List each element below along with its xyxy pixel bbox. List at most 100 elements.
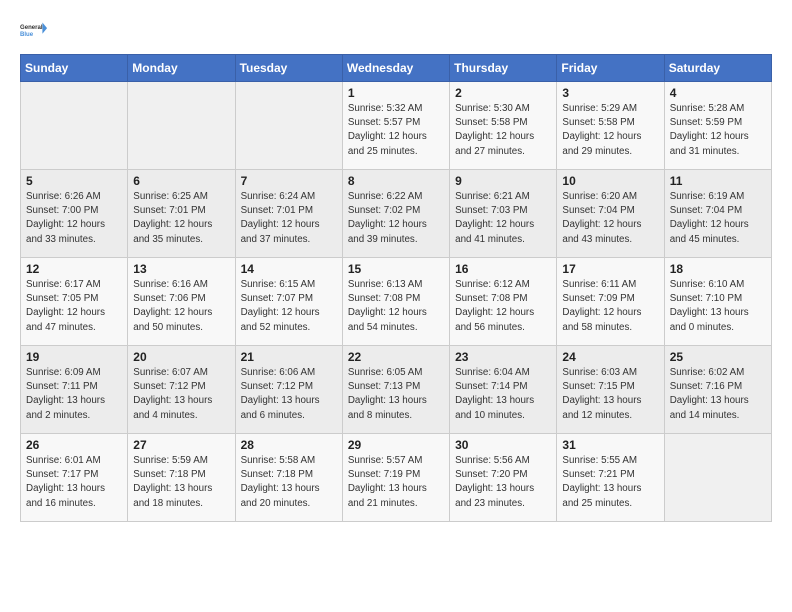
calendar-cell: 24 Sunrise: 6:03 AM Sunset: 7:15 PM Dayli… bbox=[557, 346, 664, 434]
day-info: Sunrise: 5:56 AM Sunset: 7:20 PM Dayligh… bbox=[455, 454, 551, 511]
day-info: Sunrise: 6:04 AM Sunset: 7:14 PM Dayligh… bbox=[455, 366, 551, 423]
calendar-cell: 22 Sunrise: 6:05 AM Sunset: 7:13 PM Dayli… bbox=[342, 346, 449, 434]
calendar-cell: 28 Sunrise: 5:58 AM Sunset: 7:18 PM Dayli… bbox=[235, 434, 342, 522]
calendar-cell: 14 Sunrise: 6:15 AM Sunset: 7:07 PM Dayli… bbox=[235, 258, 342, 346]
day-info: Sunrise: 6:02 AM Sunset: 7:16 PM Dayligh… bbox=[670, 366, 766, 423]
day-info: Sunrise: 6:05 AM Sunset: 7:13 PM Dayligh… bbox=[348, 366, 444, 423]
logo-icon: GeneralBlue bbox=[20, 16, 48, 44]
day-number: 20 bbox=[133, 350, 229, 364]
day-info: Sunrise: 5:58 AM Sunset: 7:18 PM Dayligh… bbox=[241, 454, 337, 511]
day-number: 21 bbox=[241, 350, 337, 364]
calendar-cell: 29 Sunrise: 5:57 AM Sunset: 7:19 PM Dayli… bbox=[342, 434, 449, 522]
svg-text:Blue: Blue bbox=[20, 32, 34, 38]
day-number: 29 bbox=[348, 438, 444, 452]
day-number: 23 bbox=[455, 350, 551, 364]
day-number: 11 bbox=[670, 174, 766, 188]
day-info: Sunrise: 6:06 AM Sunset: 7:12 PM Dayligh… bbox=[241, 366, 337, 423]
calendar-cell: 1Sunrise: 5:32 AM Sunset: 5:57 PM Daylig… bbox=[342, 82, 449, 170]
day-number: 7 bbox=[241, 174, 337, 188]
day-info: Sunrise: 6:25 AM Sunset: 7:01 PM Dayligh… bbox=[133, 190, 229, 247]
day-info: Sunrise: 6:15 AM Sunset: 7:07 PM Dayligh… bbox=[241, 278, 337, 335]
day-info: Sunrise: 6:12 AM Sunset: 7:08 PM Dayligh… bbox=[455, 278, 551, 335]
calendar-cell: 8Sunrise: 6:22 AM Sunset: 7:02 PM Daylig… bbox=[342, 170, 449, 258]
calendar-cell: 2 Sunrise: 5:30 AM Sunset: 5:58 PM Daylig… bbox=[450, 82, 557, 170]
day-info: Sunrise: 6:09 AM Sunset: 7:11 PM Dayligh… bbox=[26, 366, 122, 423]
day-info: Sunrise: 6:17 AM Sunset: 7:05 PM Dayligh… bbox=[26, 278, 122, 335]
day-info: Sunrise: 5:28 AM Sunset: 5:59 PM Dayligh… bbox=[670, 102, 766, 159]
calendar-cell bbox=[664, 434, 771, 522]
calendar-week-row: 5 Sunrise: 6:26 AM Sunset: 7:00 PM Daylig… bbox=[21, 170, 772, 258]
day-number: 9 bbox=[455, 174, 551, 188]
calendar-week-row: 26Sunrise: 6:01 AM Sunset: 7:17 PM Dayli… bbox=[21, 434, 772, 522]
calendar-cell: 5 Sunrise: 6:26 AM Sunset: 7:00 PM Daylig… bbox=[21, 170, 128, 258]
day-info: Sunrise: 5:57 AM Sunset: 7:19 PM Dayligh… bbox=[348, 454, 444, 511]
day-number: 24 bbox=[562, 350, 658, 364]
calendar-cell bbox=[21, 82, 128, 170]
day-info: Sunrise: 6:10 AM Sunset: 7:10 PM Dayligh… bbox=[670, 278, 766, 335]
day-number: 19 bbox=[26, 350, 122, 364]
calendar-cell bbox=[235, 82, 342, 170]
day-info: Sunrise: 6:20 AM Sunset: 7:04 PM Dayligh… bbox=[562, 190, 658, 247]
day-info: Sunrise: 6:26 AM Sunset: 7:00 PM Dayligh… bbox=[26, 190, 122, 247]
logo: GeneralBlue bbox=[20, 16, 48, 44]
day-info: Sunrise: 5:59 AM Sunset: 7:18 PM Dayligh… bbox=[133, 454, 229, 511]
weekday-header-friday: Friday bbox=[557, 55, 664, 82]
calendar-cell: 21 Sunrise: 6:06 AM Sunset: 7:12 PM Dayli… bbox=[235, 346, 342, 434]
day-number: 2 bbox=[455, 86, 551, 100]
day-info: Sunrise: 5:30 AM Sunset: 5:58 PM Dayligh… bbox=[455, 102, 551, 159]
day-info: Sunrise: 6:22 AM Sunset: 7:02 PM Dayligh… bbox=[348, 190, 444, 247]
day-number: 4 bbox=[670, 86, 766, 100]
day-number: 26 bbox=[26, 438, 122, 452]
calendar-cell bbox=[128, 82, 235, 170]
day-number: 13 bbox=[133, 262, 229, 276]
day-number: 25 bbox=[670, 350, 766, 364]
day-info: Sunrise: 6:03 AM Sunset: 7:15 PM Dayligh… bbox=[562, 366, 658, 423]
day-number: 28 bbox=[241, 438, 337, 452]
day-info: Sunrise: 5:32 AM Sunset: 5:57 PM Dayligh… bbox=[348, 102, 444, 159]
calendar-cell: 20Sunrise: 6:07 AM Sunset: 7:12 PM Dayli… bbox=[128, 346, 235, 434]
calendar-cell: 10 Sunrise: 6:20 AM Sunset: 7:04 PM Dayli… bbox=[557, 170, 664, 258]
day-number: 10 bbox=[562, 174, 658, 188]
weekday-header-sunday: Sunday bbox=[21, 55, 128, 82]
calendar-week-row: 1Sunrise: 5:32 AM Sunset: 5:57 PM Daylig… bbox=[21, 82, 772, 170]
calendar-cell: 19 Sunrise: 6:09 AM Sunset: 7:11 PM Dayli… bbox=[21, 346, 128, 434]
day-info: Sunrise: 6:21 AM Sunset: 7:03 PM Dayligh… bbox=[455, 190, 551, 247]
day-number: 6 bbox=[133, 174, 229, 188]
weekday-header-wednesday: Wednesday bbox=[342, 55, 449, 82]
calendar-cell: 25 Sunrise: 6:02 AM Sunset: 7:16 PM Dayli… bbox=[664, 346, 771, 434]
calendar-cell: 18 Sunrise: 6:10 AM Sunset: 7:10 PM Dayli… bbox=[664, 258, 771, 346]
weekday-header-tuesday: Tuesday bbox=[235, 55, 342, 82]
calendar-cell: 3Sunrise: 5:29 AM Sunset: 5:58 PM Daylig… bbox=[557, 82, 664, 170]
day-number: 14 bbox=[241, 262, 337, 276]
calendar-cell: 31 Sunrise: 5:55 AM Sunset: 7:21 PM Dayli… bbox=[557, 434, 664, 522]
day-number: 18 bbox=[670, 262, 766, 276]
calendar-header-row: SundayMondayTuesdayWednesdayThursdayFrid… bbox=[21, 55, 772, 82]
calendar-cell: 9 Sunrise: 6:21 AM Sunset: 7:03 PM Daylig… bbox=[450, 170, 557, 258]
day-info: Sunrise: 6:19 AM Sunset: 7:04 PM Dayligh… bbox=[670, 190, 766, 247]
calendar-cell: 6 Sunrise: 6:25 AM Sunset: 7:01 PM Daylig… bbox=[128, 170, 235, 258]
calendar-cell: 4 Sunrise: 5:28 AM Sunset: 5:59 PM Daylig… bbox=[664, 82, 771, 170]
calendar-cell: 12 Sunrise: 6:17 AM Sunset: 7:05 PM Dayli… bbox=[21, 258, 128, 346]
day-info: Sunrise: 6:16 AM Sunset: 7:06 PM Dayligh… bbox=[133, 278, 229, 335]
day-number: 31 bbox=[562, 438, 658, 452]
day-info: Sunrise: 6:11 AM Sunset: 7:09 PM Dayligh… bbox=[562, 278, 658, 335]
calendar-cell: 23 Sunrise: 6:04 AM Sunset: 7:14 PM Dayli… bbox=[450, 346, 557, 434]
calendar-table: SundayMondayTuesdayWednesdayThursdayFrid… bbox=[20, 54, 772, 522]
weekday-header-monday: Monday bbox=[128, 55, 235, 82]
calendar-cell: 15 Sunrise: 6:13 AM Sunset: 7:08 PM Dayli… bbox=[342, 258, 449, 346]
svg-text:General: General bbox=[20, 25, 43, 31]
calendar-week-row: 12 Sunrise: 6:17 AM Sunset: 7:05 PM Dayli… bbox=[21, 258, 772, 346]
calendar-cell: 16 Sunrise: 6:12 AM Sunset: 7:08 PM Dayli… bbox=[450, 258, 557, 346]
calendar-cell: 7Sunrise: 6:24 AM Sunset: 7:01 PM Daylig… bbox=[235, 170, 342, 258]
day-info: Sunrise: 5:55 AM Sunset: 7:21 PM Dayligh… bbox=[562, 454, 658, 511]
day-number: 27 bbox=[133, 438, 229, 452]
day-info: Sunrise: 6:13 AM Sunset: 7:08 PM Dayligh… bbox=[348, 278, 444, 335]
weekday-header-saturday: Saturday bbox=[664, 55, 771, 82]
day-number: 15 bbox=[348, 262, 444, 276]
day-number: 16 bbox=[455, 262, 551, 276]
weekday-header-thursday: Thursday bbox=[450, 55, 557, 82]
day-number: 22 bbox=[348, 350, 444, 364]
day-number: 12 bbox=[26, 262, 122, 276]
day-number: 5 bbox=[26, 174, 122, 188]
calendar-cell: 17Sunrise: 6:11 AM Sunset: 7:09 PM Dayli… bbox=[557, 258, 664, 346]
